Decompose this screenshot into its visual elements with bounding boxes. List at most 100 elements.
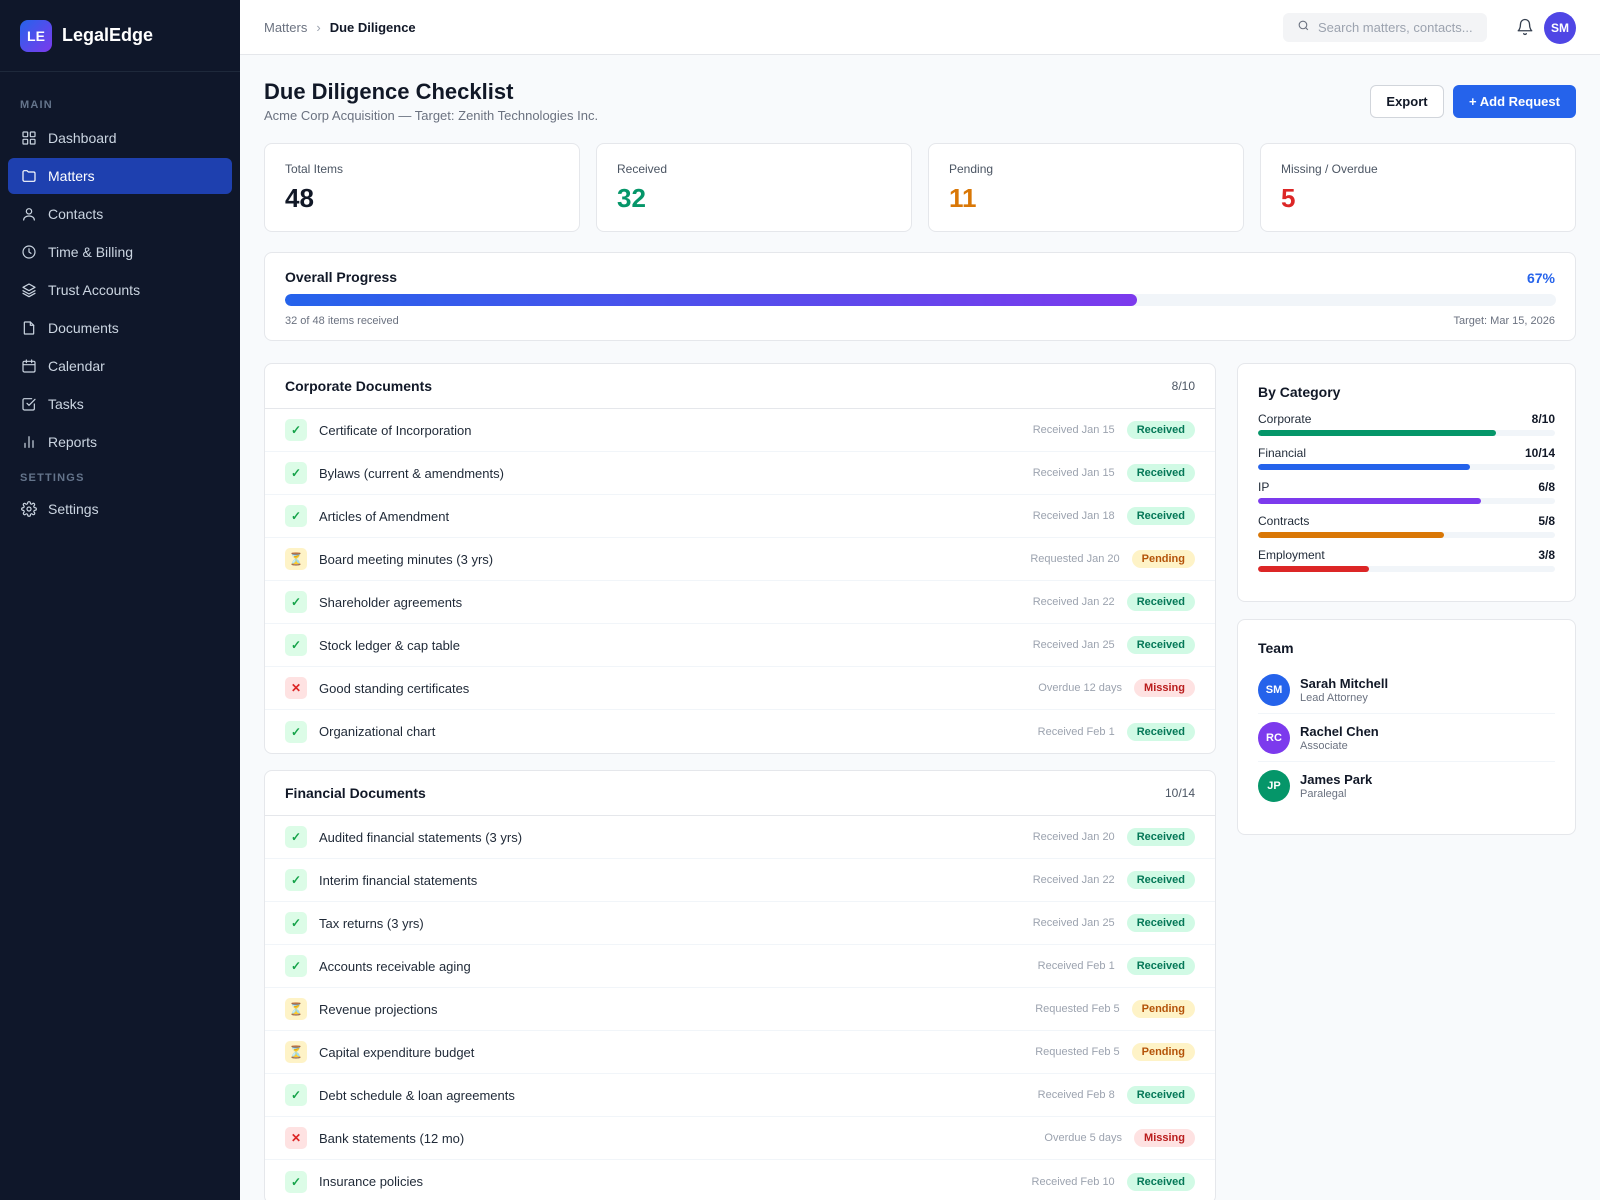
checklist-row[interactable]: ✓ Certificate of Incorporation Received Ja…: [265, 409, 1215, 452]
search-input[interactable]: [1318, 20, 1488, 35]
status-badge: Received: [1126, 636, 1195, 654]
category-label: IP: [1258, 480, 1270, 494]
sidebar-item-contacts[interactable]: Contacts: [8, 196, 232, 232]
sidebar-item-matters[interactable]: Matters: [8, 158, 232, 194]
sidebar-item-settings[interactable]: Settings: [8, 491, 232, 527]
sidebar-item-label: Settings: [48, 501, 99, 517]
check-icon: ✓: [285, 591, 307, 613]
item-name: Good standing certificates: [319, 680, 470, 696]
status-badge: Received: [1126, 421, 1195, 439]
checklist-row[interactable]: ⏳ Board meeting minutes (3 yrs) Requested …: [265, 538, 1215, 581]
section-count: 8/10: [1171, 379, 1195, 393]
checklist-row[interactable]: ✓ Accounts receivable aging Received Feb 1…: [265, 945, 1215, 988]
sidebar-item-dashboard[interactable]: Dashboard: [8, 120, 232, 156]
checklist-row[interactable]: ✓ Organizational chart Received Feb 1 Recei…: [265, 710, 1215, 753]
item-name: Audited financial statements (3 yrs): [319, 829, 523, 845]
user-icon: [21, 206, 37, 222]
member-role: Paralegal: [1300, 788, 1347, 800]
stat-label: Pending: [949, 162, 994, 176]
status-badge: Received: [1126, 871, 1195, 889]
check-icon: ✓: [285, 720, 307, 743]
sidebar-item-trust-accounts[interactable]: Trust Accounts: [8, 272, 232, 308]
stat-total-items: Total Items 48: [264, 143, 580, 232]
member-name: Sarah Mitchell: [1300, 675, 1389, 691]
checklist-row[interactable]: ✕ Good standing certificates Overdue 12 da…: [265, 667, 1215, 710]
item-date: Received Jan 22: [1032, 596, 1115, 608]
sidebar-item-reports[interactable]: Reports: [8, 424, 232, 460]
checklist-row[interactable]: ✓ Audited financial statements (3 yrs) Rec…: [265, 816, 1215, 859]
status-badge: Received: [1126, 1172, 1195, 1191]
checklist-row[interactable]: ⏳ Revenue projections Requested Feb 5 Pendi…: [265, 988, 1215, 1031]
by-category-card: By Category Corporate 8/10 Financial 10/14 I…: [1237, 363, 1576, 602]
item-date: Received Jan 22: [1032, 874, 1115, 886]
category-item: Financial 10/14: [1258, 446, 1555, 470]
stat-missing-overdue: Missing / Overdue 5: [1260, 143, 1576, 232]
check-icon: ✓: [285, 1084, 307, 1106]
sidebar-item-label: Time & Billing: [48, 244, 134, 260]
category-row: IP 6/8: [1258, 480, 1555, 494]
section-title: Financial Documents: [285, 785, 426, 801]
add-request-button[interactable]: + Add Request: [1453, 85, 1576, 118]
progress-track: [285, 294, 1556, 306]
category-track: [1258, 532, 1555, 538]
checklist-row[interactable]: ✓ Articles of Amendment Received Jan 18 Rec…: [265, 495, 1215, 538]
sidebar-item-label: Trust Accounts: [48, 282, 141, 298]
item-name: Bylaws (current & amendments): [319, 465, 504, 481]
sidebar-item-time-billing[interactable]: Time & Billing: [8, 234, 232, 270]
sidebar-item-calendar[interactable]: Calendar: [8, 348, 232, 384]
sidebar-item-label: Documents: [48, 320, 119, 336]
breadcrumb-matters[interactable]: Matters: [264, 20, 307, 35]
item-date: Received Jan 25: [1032, 917, 1115, 929]
category-label: Financial: [1258, 446, 1307, 460]
avatar[interactable]: SM: [1544, 12, 1576, 44]
section-header[interactable]: Financial Documents 10/14: [265, 771, 1215, 816]
status-badge: Pending: [1131, 1000, 1195, 1018]
hourglass-icon: ⏳: [285, 548, 307, 570]
section-header[interactable]: Corporate Documents 8/10: [265, 364, 1215, 409]
status-badge: Missing: [1134, 679, 1195, 697]
search-box[interactable]: [1283, 13, 1488, 42]
team-list: SM Sarah Mitchell Lead Attorney RC Rachel Ch…: [1258, 666, 1555, 810]
brand[interactable]: LE LegalEdge: [0, 0, 240, 72]
member-info: James Park Paralegal: [1300, 772, 1372, 800]
category-count: 3/8: [1538, 548, 1555, 562]
x-icon: ✕: [285, 1127, 307, 1149]
top-bar: Matters › Due Diligence SM: [240, 0, 1600, 55]
section-title: Corporate Documents: [285, 378, 433, 394]
nav-section-settings: SETTINGS: [20, 472, 85, 484]
checklist-row[interactable]: ✓ Shareholder agreements Received Jan 22 Re…: [265, 581, 1215, 624]
breadcrumb-current: Due Diligence: [329, 19, 416, 35]
calendar-icon: [21, 358, 37, 374]
status-badge: Missing: [1134, 1129, 1195, 1147]
category-count: 8/10: [1531, 412, 1555, 426]
item-date: Received Feb 1: [1037, 725, 1115, 738]
team-member[interactable]: JP James Park Paralegal: [1258, 762, 1555, 810]
team-member[interactable]: SM Sarah Mitchell Lead Attorney: [1258, 666, 1555, 714]
export-button[interactable]: Export: [1370, 85, 1444, 118]
checklist-row[interactable]: ✓ Debt schedule & loan agreements Received…: [265, 1074, 1215, 1117]
checklist-row[interactable]: ✓ Interim financial statements Received Ja…: [265, 859, 1215, 902]
item-date: Received Jan 25: [1032, 639, 1115, 651]
checklist-rows: ✓ Certificate of Incorporation Received Ja…: [265, 409, 1215, 753]
item-name: Insurance policies: [319, 1174, 424, 1189]
item-name: Board meeting minutes (3 yrs): [319, 551, 494, 567]
checklist-row[interactable]: ✕ Bank statements (12 mo) Overdue 5 days Mi…: [265, 1117, 1215, 1160]
item-name: Bank statements (12 mo): [319, 1130, 465, 1146]
checklist-row[interactable]: ⏳ Capital expenditure budget Requested Feb…: [265, 1031, 1215, 1074]
sidebar-item-tasks[interactable]: Tasks: [8, 386, 232, 422]
check-icon: ✓: [285, 826, 307, 848]
team-member[interactable]: RC Rachel Chen Associate: [1258, 714, 1555, 762]
stat-value: 48: [285, 183, 314, 213]
category-count: 10/14: [1524, 446, 1555, 460]
page-subtitle: Acme Corp Acquisition — Target: Zenith T…: [264, 108, 599, 123]
checklist-row[interactable]: ✓ Bylaws (current & amendments) Received J…: [265, 452, 1215, 495]
checklist-row[interactable]: ✓ Tax returns (3 yrs) Received Jan 25 Recei…: [265, 902, 1215, 945]
bell-icon[interactable]: [1516, 18, 1534, 36]
page-title: Due Diligence Checklist: [264, 79, 514, 104]
checklist-row[interactable]: ✓ Stock ledger & cap table Received Jan 25…: [265, 624, 1215, 667]
bar-chart-icon: [21, 434, 37, 450]
sidebar-item-documents[interactable]: Documents: [8, 310, 232, 346]
checklist-row[interactable]: ✓ Insurance policies Received Feb 10 Receiv…: [265, 1160, 1215, 1200]
nav-section-main: MAIN: [20, 99, 53, 111]
check-icon: ✓: [285, 634, 307, 656]
